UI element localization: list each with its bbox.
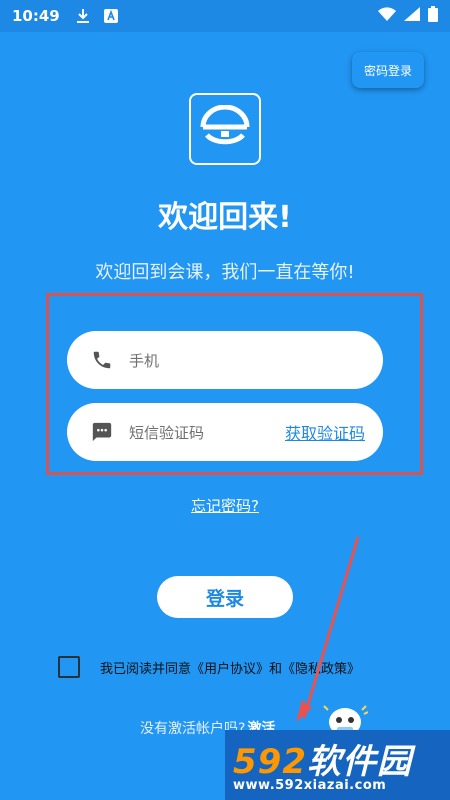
privacy-policy-link[interactable]: 《隐私政策》: [282, 662, 360, 677]
phone-placeholder: 手机: [129, 351, 160, 370]
wifi-icon: [378, 7, 396, 25]
agreement-row: 我已阅读并同意《用户协议》和《隐私政策》: [58, 656, 360, 678]
download-icon: [76, 8, 90, 24]
agreement-prefix: 我已阅读并同意: [100, 661, 192, 677]
status-time: 10:49: [12, 7, 60, 25]
sms-code-input[interactable]: 短信验证码 获取验证码: [67, 403, 383, 461]
status-bar: 10:49: [0, 0, 450, 32]
user-agreement-link[interactable]: 《用户协议》: [191, 662, 269, 677]
signal-icon: [404, 7, 420, 25]
watermark-url: www.592xiazai.com: [233, 778, 387, 793]
watermark-number: 592: [233, 742, 307, 782]
agreement-text: 我已阅读并同意《用户协议》和《隐私政策》: [100, 658, 360, 677]
agreement-and: 和: [269, 661, 283, 677]
watermark-name: 软件园: [306, 742, 412, 782]
phone-icon: [89, 349, 115, 371]
logo-icon: [199, 104, 251, 153]
page-subtitle: 欢迎回到会课，我们一直在等你!: [95, 262, 355, 283]
password-login-button[interactable]: 密码登录: [351, 52, 424, 88]
sms-code-placeholder: 短信验证码: [129, 423, 205, 442]
get-code-link[interactable]: 获取验证码: [285, 420, 365, 444]
watermark-logo: 592软件园 www.592xiazai.com: [225, 730, 450, 800]
text-icon: [103, 9, 118, 23]
login-button[interactable]: 登录: [157, 576, 293, 618]
forgot-password-link[interactable]: 忘记密码?: [0, 495, 450, 516]
agreement-checkbox[interactable]: [58, 656, 80, 678]
battery-icon: [428, 6, 438, 26]
message-icon: [89, 421, 115, 443]
page-title: 欢迎回来!: [158, 200, 292, 235]
phone-input[interactable]: 手机: [67, 331, 383, 389]
watermark-title: 592软件园: [233, 734, 412, 783]
app-logo: [189, 93, 261, 165]
